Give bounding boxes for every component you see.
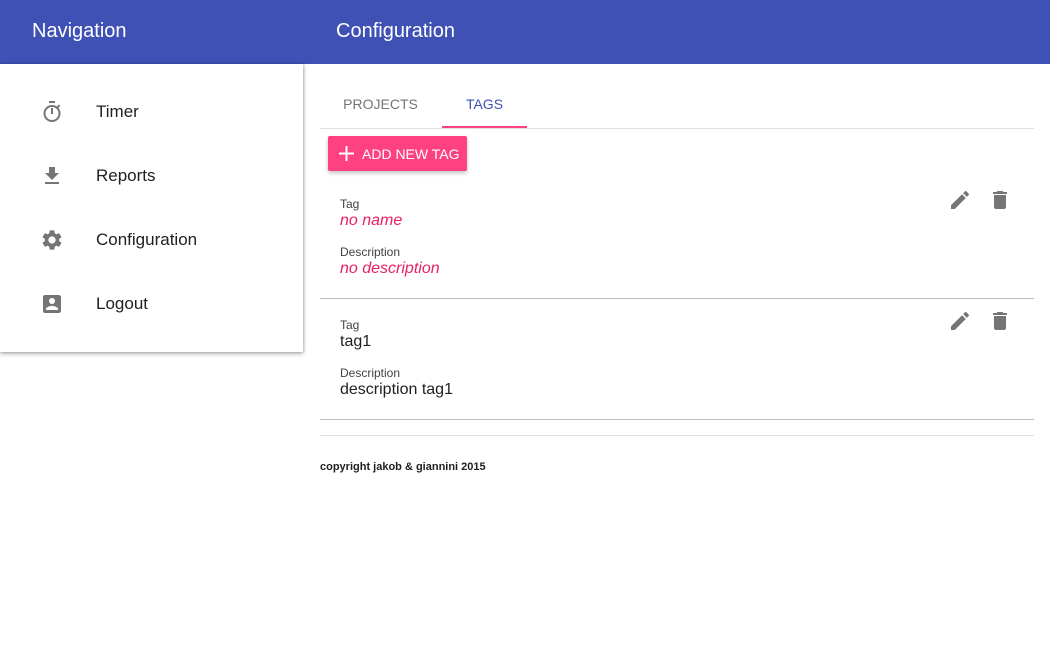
tag-label: Tag — [340, 197, 360, 211]
timer-icon — [43, 101, 61, 122]
sidebar-item-label: Configuration — [96, 230, 198, 249]
delete-icon[interactable] — [988, 188, 1012, 212]
active-tab-indicator — [442, 126, 527, 128]
sidebar: Timer Reports Configuration Logout — [0, 64, 303, 352]
tab-bar: PROJECTS TAGS — [320, 64, 1034, 129]
plus-icon — [339, 146, 354, 161]
sidebar-item-label: Reports — [96, 166, 156, 185]
sidebar-item-label: Timer — [96, 102, 139, 121]
description-label: Description — [340, 366, 401, 380]
edit-icon[interactable] — [948, 309, 972, 333]
tag-card: Tag no name Description no description — [320, 178, 1034, 299]
edit-icon[interactable] — [948, 188, 972, 212]
download-icon — [45, 167, 59, 184]
tag-card: Tag tag1 Description description tag1 — [320, 299, 1034, 420]
tag-name-value: no name — [340, 212, 403, 229]
gear-icon — [42, 230, 62, 250]
tab-projects[interactable]: PROJECTS — [320, 64, 441, 128]
nav-title: Navigation — [32, 20, 127, 42]
tag-label: Tag — [340, 318, 360, 332]
sidebar-item-reports[interactable]: Reports — [0, 144, 303, 208]
account-box-icon — [43, 295, 61, 313]
tag-description-value: no description — [340, 260, 440, 277]
delete-icon[interactable] — [988, 309, 1012, 333]
tab-tags[interactable]: TAGS — [442, 64, 527, 128]
tag-name-value: tag1 — [340, 333, 372, 350]
add-new-tag-button[interactable]: ADD NEW TAG — [328, 136, 467, 171]
add-new-tag-label: ADD NEW TAG — [362, 146, 460, 162]
app-bar: Navigation Configuration — [0, 0, 1050, 64]
sidebar-item-configuration[interactable]: Configuration — [0, 208, 303, 272]
tag-description-value: description tag1 — [340, 381, 453, 398]
description-label: Description — [340, 245, 401, 259]
sidebar-item-timer[interactable]: Timer — [0, 80, 303, 144]
footer-copyright: copyright jakob & giannini 2015 — [320, 461, 486, 473]
footer-divider — [320, 435, 1034, 436]
page-title: Configuration — [336, 20, 455, 42]
sidebar-item-logout[interactable]: Logout — [0, 272, 303, 336]
sidebar-item-label: Logout — [96, 294, 148, 313]
